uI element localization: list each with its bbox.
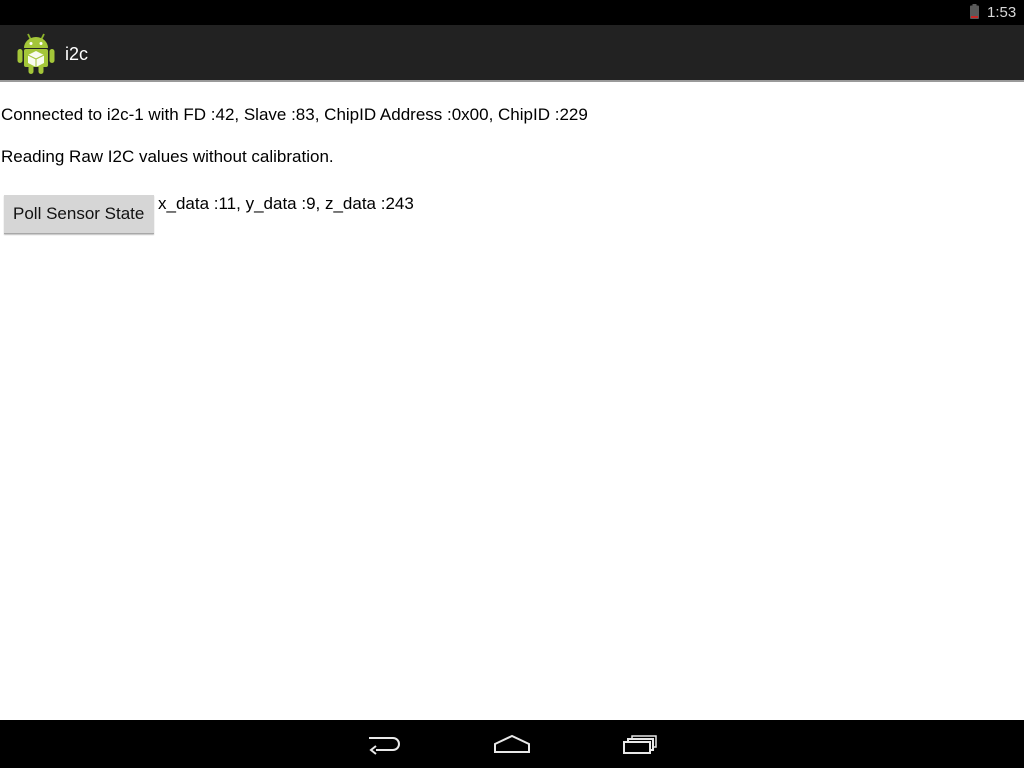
status-bar: 1:53 xyxy=(0,0,1024,25)
app-title: i2c xyxy=(65,44,89,64)
android-app-icon[interactable] xyxy=(16,31,56,75)
status-clock: 1:53 xyxy=(987,4,1017,21)
poll-sensor-state-button[interactable]: Poll Sensor State xyxy=(4,195,154,234)
back-icon[interactable] xyxy=(362,730,406,760)
action-bar xyxy=(0,25,1024,80)
connection-status-text: Connected to i2c-1 with FD :42, Slave :8… xyxy=(1,105,588,124)
reading-mode-text: Reading Raw I2C values without calibrati… xyxy=(1,147,334,166)
battery-icon xyxy=(970,4,979,19)
sensor-values-text: x_data :11, y_data :9, z_data :243 xyxy=(158,194,414,213)
action-bar-divider xyxy=(0,80,1024,82)
recent-apps-icon[interactable] xyxy=(618,730,662,760)
home-icon[interactable] xyxy=(490,730,534,760)
